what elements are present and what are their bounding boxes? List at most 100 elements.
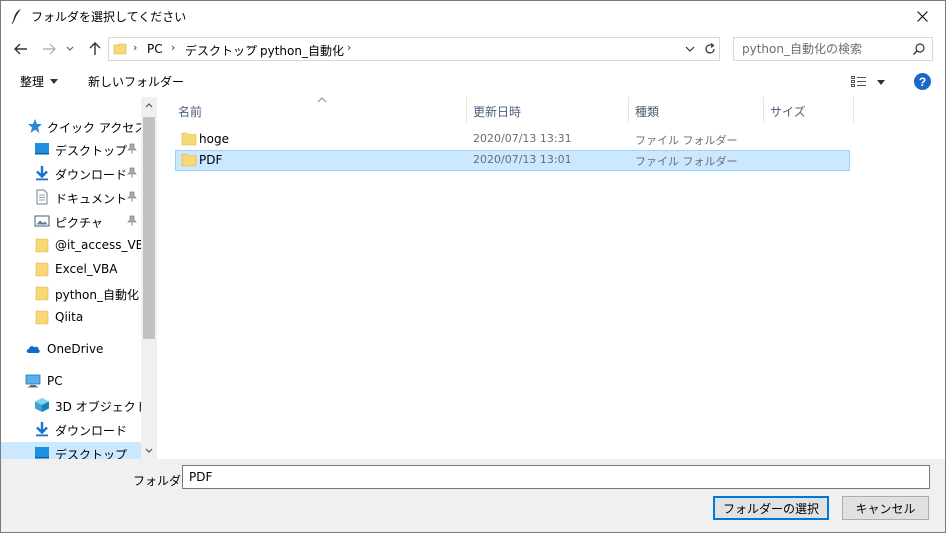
pin-icon <box>127 143 137 154</box>
column-header-label: 名前 <box>178 105 203 119</box>
folder-icon <box>35 310 49 325</box>
file-date: 2020/07/13 13:01 <box>473 153 572 166</box>
address-dropdown-button[interactable] <box>681 40 699 58</box>
file-row[interactable]: hoge 2020/07/13 13:31 ファイル フォルダー <box>175 129 850 150</box>
breadcrumb-separator: › <box>247 41 252 54</box>
sidebar-item-label: OneDrive <box>47 342 104 356</box>
download-icon <box>36 166 48 181</box>
arrow-up-icon <box>89 42 101 55</box>
3d-objects-icon <box>35 398 49 412</box>
breadcrumb-python[interactable]: python_自動化 <box>260 42 344 59</box>
sidebar-item-label: ダウンロード <box>55 168 128 182</box>
new-folder-button[interactable]: 新しいフォルダー <box>88 73 184 90</box>
folder-icon <box>181 132 197 146</box>
title-bar: フォルダを選択してください <box>1 1 945 31</box>
sidebar-item-label: @it_access_VBA <box>55 238 153 252</box>
column-header-type[interactable]: 種類 <box>629 97 764 123</box>
chevron-up-icon <box>145 103 153 108</box>
folder-icon <box>35 286 49 301</box>
address-bar[interactable]: › PC › デスクトップ › python_自動化 › <box>108 37 720 61</box>
sidebar-item-label: 3D オブジェクト <box>55 400 148 414</box>
sidebar-item-label: ダウンロード <box>55 424 128 438</box>
view-options-button[interactable] <box>851 73 891 91</box>
folder-icon <box>35 262 49 277</box>
arrow-left-icon <box>14 43 27 55</box>
recent-locations-button[interactable] <box>63 39 77 59</box>
new-folder-label: 新しいフォルダー <box>88 75 185 89</box>
up-button[interactable] <box>85 39 105 59</box>
refresh-icon <box>705 43 715 54</box>
pin-icon <box>127 191 137 202</box>
folder-icon <box>181 153 197 167</box>
column-header-size[interactable]: サイズ <box>764 97 854 123</box>
file-list: 名前 更新日時 種類 サイズ hoge 2020/07/13 13:31 ファイ… <box>158 97 945 459</box>
cloud-icon <box>26 346 40 353</box>
select-folder-button[interactable]: フォルダーの選択 <box>713 496 829 520</box>
search-input[interactable] <box>734 38 910 60</box>
help-button[interactable]: ? <box>914 73 931 90</box>
scroll-down-button[interactable] <box>141 442 157 459</box>
column-header-name[interactable]: 名前 <box>158 97 467 123</box>
close-button[interactable] <box>899 1 945 31</box>
sidebar-item-pc[interactable]: PC <box>1 370 141 392</box>
pin-icon <box>127 167 137 178</box>
sidebar-item-quick-access[interactable]: クイック アクセス <box>1 115 146 137</box>
column-header-label: 更新日時 <box>473 105 522 119</box>
file-name: PDF <box>199 153 223 167</box>
details-view-icon <box>851 76 866 87</box>
forward-button[interactable] <box>39 39 59 59</box>
file-type: ファイル フォルダー <box>635 155 738 168</box>
column-header-date[interactable]: 更新日時 <box>467 97 629 123</box>
sidebar-item-3d-objects[interactable]: 3D オブジェクト <box>1 394 148 416</box>
file-name: hoge <box>199 132 229 146</box>
sidebar-item-label: PC <box>47 374 63 388</box>
window-title: フォルダを選択してください <box>31 10 187 24</box>
sidebar-item-desktop-pc[interactable]: デスクトップ <box>1 442 141 459</box>
breadcrumb-pc[interactable]: PC <box>147 42 163 56</box>
sidebar-item-onedrive[interactable]: OneDrive <box>1 338 141 360</box>
sidebar-item-pictures[interactable]: ピクチャ <box>1 210 141 232</box>
sidebar-item-folder[interactable]: Qiita <box>1 306 141 328</box>
column-divider[interactable] <box>853 97 854 123</box>
sidebar-item-folder[interactable]: Excel_VBA <box>1 258 141 280</box>
folder-name-input[interactable] <box>182 465 930 489</box>
cancel-button[interactable]: キャンセル <box>842 496 929 520</box>
desktop-icon <box>35 447 49 459</box>
sidebar-item-label: クイック アクセス <box>47 121 147 135</box>
desktop-icon <box>35 143 49 155</box>
sidebar-item-label: Qiita <box>55 310 84 324</box>
search-box[interactable] <box>733 37 933 61</box>
scroll-up-button[interactable] <box>141 97 157 114</box>
caret-down-icon <box>877 79 885 85</box>
computer-icon <box>25 374 41 388</box>
back-button[interactable] <box>11 39 31 59</box>
pictures-icon <box>34 215 50 227</box>
file-date: 2020/07/13 13:31 <box>473 132 572 145</box>
document-icon <box>36 189 48 205</box>
sidebar-item-downloads[interactable]: ダウンロード <box>1 162 141 184</box>
pin-icon <box>127 215 137 226</box>
sidebar-item-label: ピクチャ <box>55 216 103 230</box>
file-row-selected[interactable]: PDF 2020/07/13 13:01 ファイル フォルダー <box>175 150 850 171</box>
chevron-down-icon <box>145 448 153 453</box>
sidebar-item-desktop[interactable]: デスクトップ <box>1 138 141 160</box>
arrow-right-icon <box>43 43 56 55</box>
caret-down-icon <box>50 79 59 84</box>
scroll-thumb[interactable] <box>143 117 155 339</box>
breadcrumb-separator: › <box>133 41 138 54</box>
command-bar: 整理 新しいフォルダー ? <box>1 67 945 97</box>
folder-select-dialog: フォルダを選択してください › PC › デスクトップ › python_自動化… <box>0 0 946 533</box>
refresh-button[interactable] <box>701 40 719 58</box>
sidebar-item-folder[interactable]: python_自動化 <box>1 282 141 304</box>
sidebar-item-documents[interactable]: ドキュメント <box>1 186 141 208</box>
column-header-label: 種類 <box>635 105 660 119</box>
organize-button[interactable]: 整理 <box>20 73 59 90</box>
sort-ascending-icon <box>317 97 327 103</box>
sidebar-item-label: デスクトップ <box>55 448 128 459</box>
sidebar-item-label: python_自動化 <box>55 288 139 302</box>
sidebar-item-folder[interactable]: @it_access_VBA <box>1 234 152 256</box>
navigation-scrollbar[interactable] <box>141 97 157 459</box>
navigation-pane: クイック アクセス デスクトップ ダウンロード ドキュメント ピクチャ @it_… <box>1 97 157 459</box>
breadcrumb-separator: › <box>347 41 352 54</box>
sidebar-item-downloads-pc[interactable]: ダウンロード <box>1 418 141 440</box>
